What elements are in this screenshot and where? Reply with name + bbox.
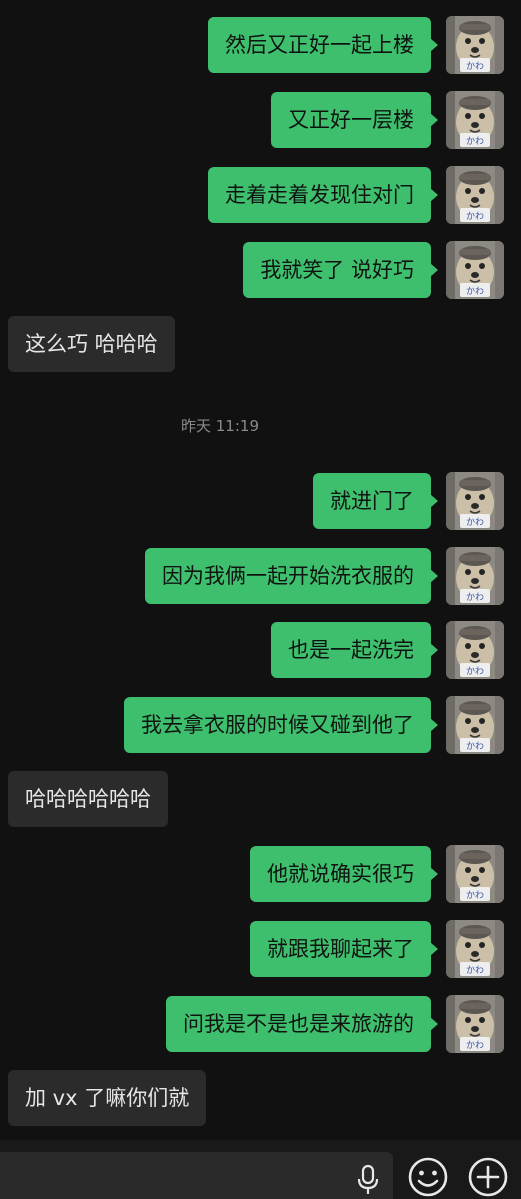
outgoing-message-bubble[interactable]: 我就笑了 说好巧 bbox=[243, 242, 438, 298]
incoming-message-bubble[interactable]: 这么巧 哈哈哈 bbox=[8, 316, 175, 372]
message-row: 因为我俩一起开始洗衣服的 bbox=[0, 547, 521, 605]
dog-avatar-icon[interactable] bbox=[446, 166, 504, 224]
dog-avatar-icon[interactable] bbox=[446, 241, 504, 299]
smiley-face-icon[interactable] bbox=[405, 1154, 451, 1199]
outgoing-message-bubble[interactable]: 我去拿衣服的时候又碰到他了 bbox=[124, 697, 438, 753]
outgoing-message-bubble[interactable]: 然后又正好一起上楼 bbox=[208, 17, 438, 73]
message-row: 走着走着发现住对门 bbox=[0, 166, 521, 224]
dog-avatar-icon[interactable] bbox=[446, 696, 504, 754]
dog-avatar-icon[interactable] bbox=[446, 91, 504, 149]
message-row: 这么巧 哈哈哈 bbox=[0, 315, 521, 373]
message-row: 加 vx 了嘛你们就 bbox=[0, 1069, 521, 1127]
incoming-message-bubble[interactable]: 哈哈哈哈哈哈 bbox=[8, 771, 168, 827]
dog-avatar-icon[interactable] bbox=[446, 547, 504, 605]
message-row: 然后又正好一起上楼 bbox=[0, 16, 521, 74]
dog-avatar-icon[interactable] bbox=[446, 621, 504, 679]
outgoing-message-bubble[interactable]: 问我是不是也是来旅游的 bbox=[166, 996, 438, 1052]
outgoing-message-bubble[interactable]: 他就说确实很巧 bbox=[250, 846, 438, 902]
message-row: 他就说确实很巧 bbox=[0, 845, 521, 903]
outgoing-message-bubble[interactable]: 因为我俩一起开始洗衣服的 bbox=[145, 548, 438, 604]
message-input-bar bbox=[0, 1140, 521, 1199]
dog-avatar-icon[interactable] bbox=[446, 845, 504, 903]
message-row: 就跟我聊起来了 bbox=[0, 920, 521, 978]
outgoing-message-bubble[interactable]: 走着走着发现住对门 bbox=[208, 167, 438, 223]
message-row: 我去拿衣服的时候又碰到他了 bbox=[0, 696, 521, 754]
outgoing-message-bubble[interactable]: 又正好一层楼 bbox=[271, 92, 438, 148]
message-input[interactable] bbox=[0, 1152, 393, 1199]
message-row: 又正好一层楼 bbox=[0, 91, 521, 149]
outgoing-message-bubble[interactable]: 也是一起洗完 bbox=[271, 622, 438, 678]
message-timestamp: 昨天 11:19 bbox=[181, 417, 259, 435]
message-row: 也是一起洗完 bbox=[0, 621, 521, 679]
plus-circle-icon[interactable] bbox=[465, 1154, 511, 1199]
dog-avatar-icon[interactable] bbox=[446, 472, 504, 530]
outgoing-message-bubble[interactable]: 就进门了 bbox=[313, 473, 438, 529]
chat-message-list[interactable]: 然后又正好一起上楼 又正好一层楼 走着走着发现住对门 我就笑了 说好巧 这么巧 … bbox=[0, 0, 521, 1140]
message-row: 问我是不是也是来旅游的 bbox=[0, 995, 521, 1053]
microphone-icon[interactable] bbox=[355, 1164, 381, 1196]
incoming-message-bubble[interactable]: 加 vx 了嘛你们就 bbox=[8, 1070, 207, 1126]
dog-avatar-icon[interactable] bbox=[446, 920, 504, 978]
message-row: 就进门了 bbox=[0, 472, 521, 530]
dog-avatar-icon[interactable] bbox=[446, 16, 504, 74]
message-row: 哈哈哈哈哈哈 bbox=[0, 770, 521, 828]
dog-avatar-icon[interactable] bbox=[446, 995, 504, 1053]
message-row: 我就笑了 说好巧 bbox=[0, 241, 521, 299]
outgoing-message-bubble[interactable]: 就跟我聊起来了 bbox=[250, 921, 438, 977]
